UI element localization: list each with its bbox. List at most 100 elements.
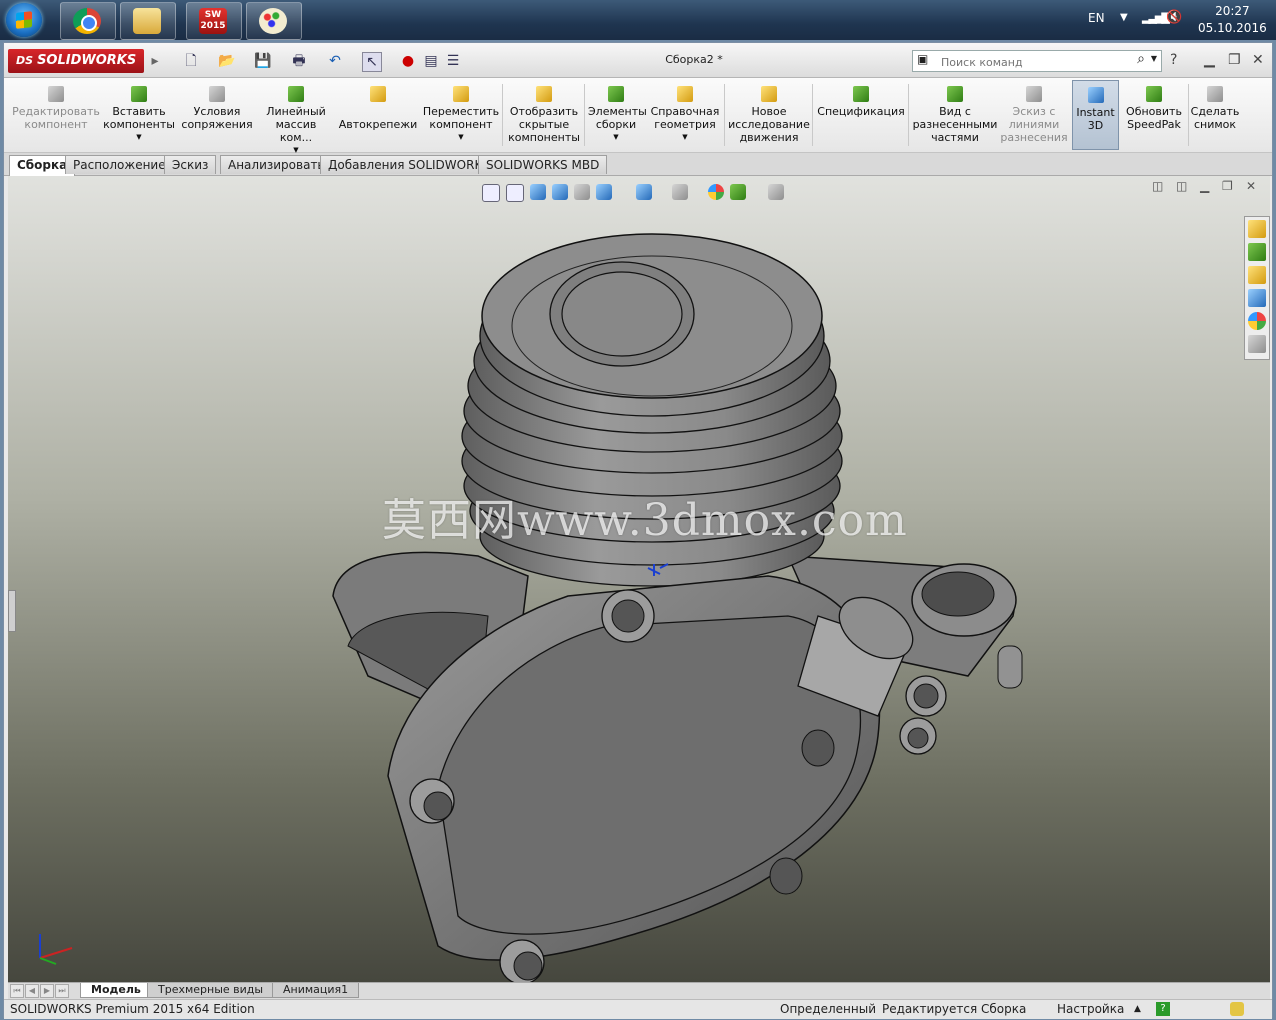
next-tab-icon[interactable]: ▶ [40,984,54,998]
undo-icon[interactable]: ↶ [326,52,344,70]
show-hidden-icon [536,86,552,102]
button-label: Новое исследование движения [728,105,810,144]
linear-pattern-button[interactable]: Линейный массив ком... ▼ [258,80,334,154]
units-settings[interactable]: Настройка [1057,1000,1124,1019]
exploded-view-button[interactable]: Вид с разнесенными частями [912,80,998,150]
button-label: Автокрепежи [338,118,418,131]
search-type-icon[interactable]: ▣ [917,52,928,66]
assembly-features-button[interactable]: Элементы сборки ▼ [588,80,647,150]
close-icon[interactable]: ✕ [1252,52,1264,68]
help-status-icon[interactable]: ? [1156,1002,1170,1016]
search-icon[interactable]: ⌕ [1137,51,1145,67]
viewport-dock-right-icon[interactable]: ◫ [1176,179,1187,193]
button-label: Обновить SpeedPak [1126,105,1182,131]
move-component-icon [453,86,469,102]
smart-fasteners-button[interactable]: Автокрепежи [338,80,418,150]
open-folder-icon[interactable]: 📂 [218,52,236,70]
graphics-area[interactable]: 莫西网www.3dmox.com ◫ ◫ ▁ ❐ ✕ [8,176,1270,982]
last-tab-icon[interactable]: ⏭ [55,984,69,998]
update-speedpak-button[interactable]: Обновить SpeedPak [1122,80,1186,150]
new-motion-study-button[interactable]: Новое исследование движения [728,80,810,150]
edit-appearance-icon[interactable] [708,184,724,200]
zoom-to-fit-icon[interactable] [482,184,500,202]
options-icon[interactable]: ☰ [444,52,462,70]
search-dropdown-icon[interactable]: ▼ [1151,54,1157,63]
taskbar-explorer-button[interactable] [120,2,176,40]
take-snapshot-button[interactable]: Сделать снимок [1190,80,1240,150]
tab-evaluate[interactable]: Анализировать [220,155,333,174]
show-hidden-components-button[interactable]: Отобразить скрытые компоненты [506,80,582,150]
rebuild-icon[interactable]: ● [399,52,417,70]
bill-of-materials-button[interactable]: Спецификация [816,80,906,150]
dropdown-arrow-icon[interactable]: ▼ [102,131,176,144]
rebuild-status-icon[interactable] [1230,1002,1244,1016]
settings-arrow-icon[interactable]: ▲ [1134,1000,1141,1019]
snapshot-icon [1207,86,1223,102]
solidworks-logo[interactable]: DS SOLIDWORKS [8,49,144,73]
file-properties-icon[interactable]: ▤ [422,52,440,70]
menu-expand-icon[interactable]: ▸ [146,52,164,70]
tab-model[interactable]: Модель [80,983,152,998]
tab-layout[interactable]: Расположение [65,155,174,174]
search-input[interactable] [939,53,1133,71]
task-pane-tabs [1244,216,1270,360]
select-pointer-icon[interactable]: ↖ [362,52,382,72]
reference-geometry-button[interactable]: Справочная геометрия ▼ [650,80,720,150]
assembly-features-icon [608,86,624,102]
save-icon[interactable]: 💾 [254,52,272,70]
explode-line-sketch-button[interactable]: Эскиз с линиями разнесения [1000,80,1068,150]
dropdown-arrow-icon[interactable]: ▼ [422,131,500,144]
viewport-dock-left-icon[interactable]: ◫ [1152,179,1163,193]
feature-manager-toggle[interactable] [8,590,16,632]
viewport-close-icon[interactable]: ✕ [1246,179,1256,193]
button-label: Редактировать компонент [12,105,100,131]
new-document-icon[interactable]: 🗋 [182,52,200,70]
view-settings-icon[interactable] [768,184,784,200]
move-component-button[interactable]: Переместить компонент ▼ [422,80,500,150]
tab-sketch[interactable]: Эскиз [164,155,217,174]
view-palette-icon[interactable] [1248,289,1266,307]
edit-component-button[interactable]: Редактировать компонент [10,80,102,150]
tab-solidworks-addins[interactable]: Добавления SOLIDWORKS [320,155,498,174]
ribbon-separator [584,84,585,146]
tab-solidworks-mbd[interactable]: SOLIDWORKS MBD [478,155,608,174]
design-library-icon[interactable] [1248,243,1266,261]
button-label: Справочная геометрия [650,105,720,131]
mate-button[interactable]: Условия сопряжения [180,80,254,150]
first-tab-icon[interactable]: ⏮ [10,984,24,998]
dynamic-annotation-icon[interactable] [574,184,590,200]
viewport-restore-icon[interactable]: ❐ [1222,179,1233,193]
taskbar-paint-button[interactable] [246,2,302,40]
command-search[interactable]: ▣ ⌕ ▼ [912,50,1162,72]
taskbar-chrome-button[interactable] [60,2,116,40]
display-style-icon[interactable] [636,184,652,200]
tab-animation[interactable]: Анимация1 [272,983,360,998]
print-icon[interactable]: 🖶 [290,52,308,70]
tab-3d-views[interactable]: Трехмерные виды [147,983,275,998]
file-explorer-icon[interactable] [1248,266,1266,284]
hide-show-items-icon[interactable] [672,184,688,200]
dropdown-arrow-icon[interactable]: ▼ [650,131,720,144]
appearances-icon[interactable] [1248,312,1266,330]
restore-icon[interactable]: ❐ [1228,52,1241,68]
help-icon[interactable]: ? [1170,52,1177,68]
viewport-minimize-icon[interactable]: ▁ [1200,179,1209,193]
custom-properties-icon[interactable] [1248,335,1266,353]
view-orientation-icon[interactable] [596,184,612,200]
start-button[interactable] [6,3,42,37]
taskbar-solidworks-button[interactable]: SW 2015 [186,2,242,40]
editing-mode: Редактируется Сборка [882,1002,1027,1016]
document-title: Сборка2 * [665,53,723,66]
minimize-icon[interactable]: ▁ [1204,52,1215,68]
system-clock[interactable]: 20:27 05.10.2016 [1198,3,1267,43]
insert-components-button[interactable]: Вставить компоненты ▼ [102,80,176,150]
apply-scene-icon[interactable] [730,184,746,200]
dropdown-arrow-icon[interactable]: ▼ [588,131,644,144]
zoom-to-area-icon[interactable] [506,184,524,202]
previous-view-icon[interactable] [530,184,546,200]
prev-tab-icon[interactable]: ◀ [25,984,39,998]
engine-assembly-model[interactable] [8,176,1270,982]
solidworks-resources-icon[interactable] [1248,220,1266,238]
instant-3d-button[interactable]: Instant 3D [1072,80,1119,150]
section-view-icon[interactable] [552,184,568,200]
